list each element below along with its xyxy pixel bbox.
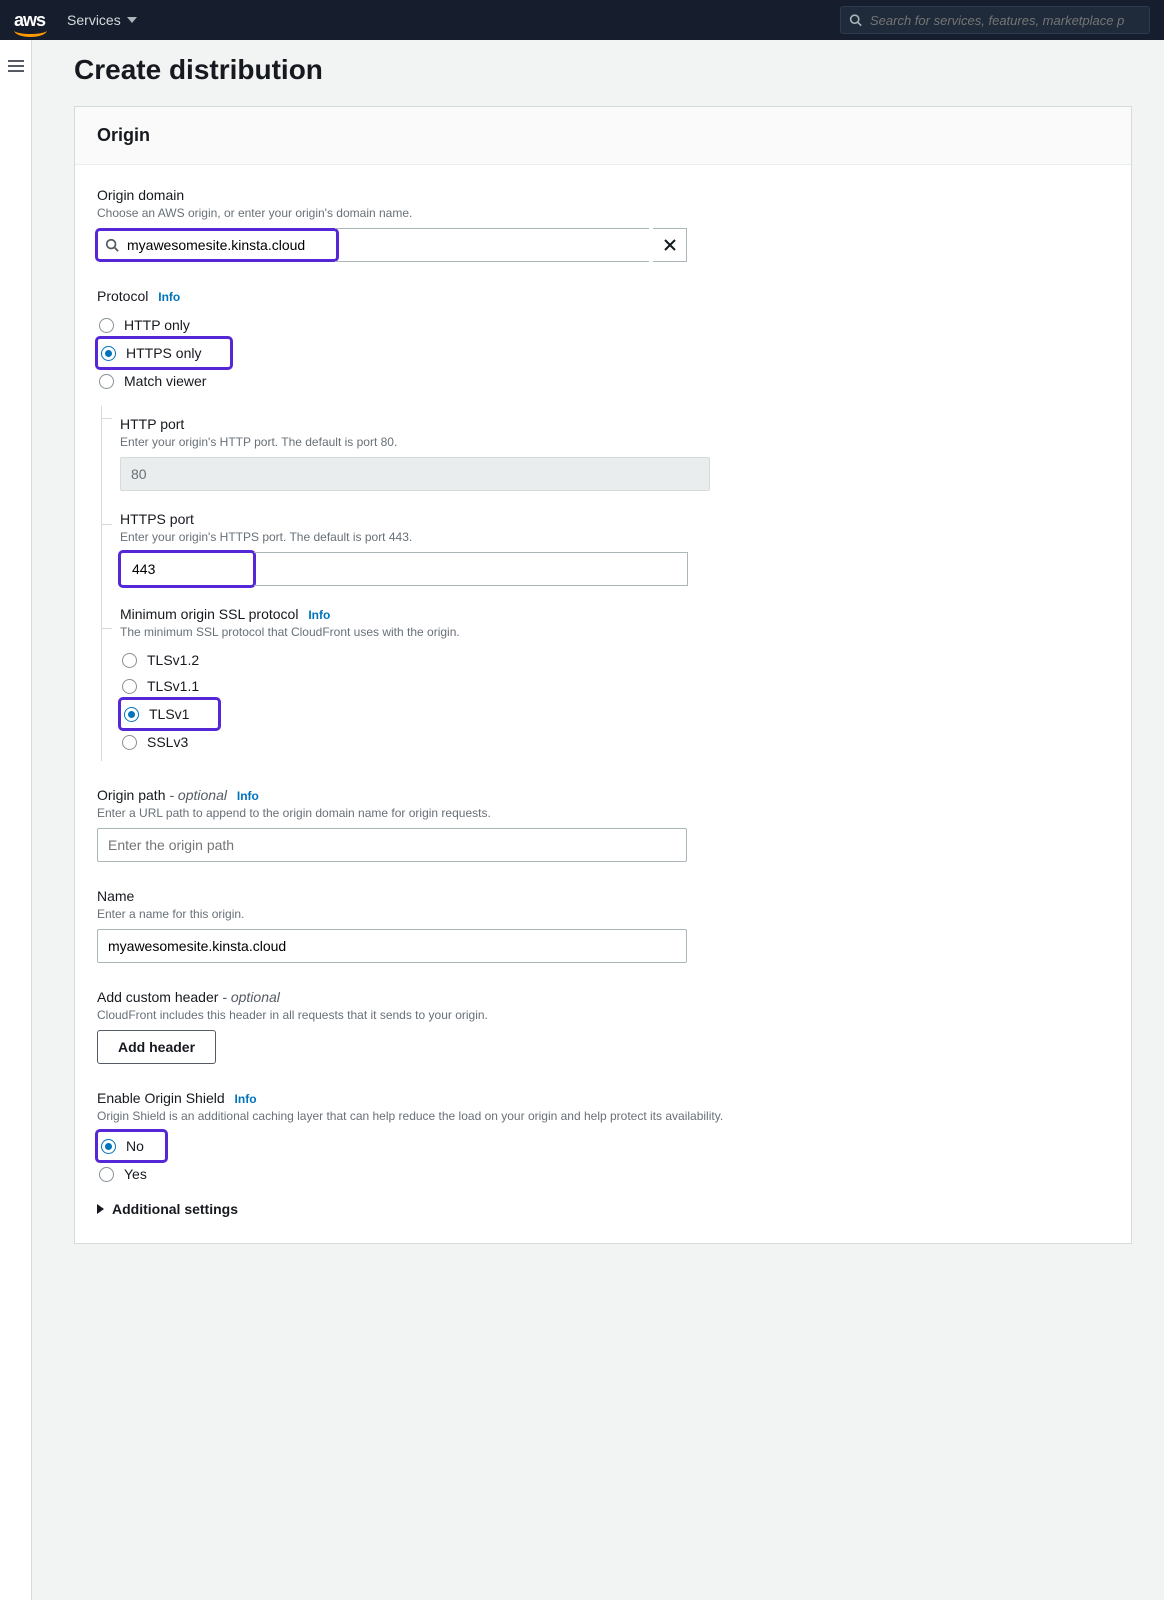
main-content: Create distribution Origin Origin domain… <box>32 40 1164 1600</box>
name-field: Name Enter a name for this origin. <box>97 888 1109 963</box>
radio-icon <box>99 1167 114 1182</box>
ssl-ssl3-radio[interactable]: SSLv3 <box>120 729 1109 755</box>
services-label: Services <box>67 12 121 28</box>
protocol-field: Protocol Info HTTP only HTTPS only <box>97 288 1109 761</box>
hamburger-icon <box>8 60 24 72</box>
radio-label: Match viewer <box>124 373 206 389</box>
ssl-tls1-radio[interactable]: TLSv1 <box>122 701 191 727</box>
page-title: Create distribution <box>74 54 1132 86</box>
services-menu[interactable]: Services <box>67 12 137 28</box>
ssl-protocol-field: Minimum origin SSL protocol Info The min… <box>120 606 1109 755</box>
radio-label: TLSv1.1 <box>147 678 199 694</box>
http-port-input <box>120 457 710 491</box>
close-icon <box>662 237 678 253</box>
ssl-protocol-info-link[interactable]: Info <box>308 608 330 622</box>
radio-icon <box>101 1139 116 1154</box>
radio-icon <box>122 679 137 694</box>
origin-domain-clear[interactable] <box>653 228 687 262</box>
http-port-hint: Enter your origin's HTTP port. The defau… <box>120 435 1109 449</box>
radio-icon <box>122 735 137 750</box>
additional-settings-label: Additional settings <box>112 1201 238 1217</box>
radio-icon <box>99 374 114 389</box>
panel-title: Origin <box>97 125 1109 146</box>
triangle-right-icon <box>97 1204 104 1214</box>
origin-path-label: Origin path <box>97 787 165 803</box>
https-port-label: HTTPS port <box>120 511 1109 527</box>
origin-shield-field: Enable Origin Shield Info Origin Shield … <box>97 1090 1109 1187</box>
radio-label: No <box>126 1138 144 1154</box>
add-header-button[interactable]: Add header <box>97 1030 216 1064</box>
http-port-label: HTTP port <box>120 416 1109 432</box>
origin-shield-label: Enable Origin Shield <box>97 1090 225 1106</box>
origin-shield-yes-radio[interactable]: Yes <box>97 1161 1109 1187</box>
origin-shield-info-link[interactable]: Info <box>235 1092 257 1106</box>
highlight <box>120 552 254 586</box>
aws-logo-text: aws <box>14 10 45 30</box>
search-icon <box>105 238 119 252</box>
name-input[interactable] <box>97 929 687 963</box>
origin-domain-label: Origin domain <box>97 187 1109 203</box>
origin-shield-no-radio[interactable]: No <box>99 1133 146 1159</box>
additional-settings-toggle[interactable]: Additional settings <box>97 1197 1109 1221</box>
highlight <box>97 230 337 260</box>
origin-path-input[interactable] <box>97 828 687 862</box>
protocol-info-link[interactable]: Info <box>158 290 180 304</box>
radio-icon <box>124 707 139 722</box>
radio-icon <box>101 346 116 361</box>
https-port-field: HTTPS port Enter your origin's HTTPS por… <box>120 511 1109 586</box>
nav-search[interactable] <box>840 6 1150 34</box>
origin-shield-hint: Origin Shield is an additional caching l… <box>97 1109 1109 1123</box>
search-icon <box>849 13 862 27</box>
radio-label: HTTP only <box>124 317 190 333</box>
http-port-field: HTTP port Enter your origin's HTTP port.… <box>120 416 1109 491</box>
sidebar-toggle[interactable] <box>0 40 32 1600</box>
https-port-hint: Enter your origin's HTTPS port. The defa… <box>120 530 1109 544</box>
protocol-sub-settings: HTTP port Enter your origin's HTTP port.… <box>101 406 1109 761</box>
origin-path-hint: Enter a URL path to append to the origin… <box>97 806 1109 820</box>
ssl-tls11-radio[interactable]: TLSv1.1 <box>120 673 1109 699</box>
radio-label: TLSv1.2 <box>147 652 199 668</box>
radio-icon <box>122 653 137 668</box>
origin-domain-hint: Choose an AWS origin, or enter your orig… <box>97 206 1109 220</box>
origin-panel: Origin Origin domain Choose an AWS origi… <box>74 106 1132 1244</box>
name-hint: Enter a name for this origin. <box>97 907 1109 921</box>
protocol-match-radio[interactable]: Match viewer <box>97 368 1109 394</box>
origin-domain-search[interactable] <box>97 230 337 260</box>
origin-domain-input[interactable] <box>127 237 329 253</box>
highlight: TLSv1 <box>120 699 219 729</box>
radio-label: HTTPS only <box>126 345 201 361</box>
protocol-https-radio[interactable]: HTTPS only <box>99 340 203 366</box>
radio-icon <box>99 318 114 333</box>
origin-path-field: Origin path - optional Info Enter a URL … <box>97 787 1109 862</box>
custom-header-field: Add custom header - optional CloudFront … <box>97 989 1109 1064</box>
ssl-protocol-label: Minimum origin SSL protocol <box>120 606 298 622</box>
top-nav: aws Services <box>0 0 1164 40</box>
highlight: HTTPS only <box>97 338 231 368</box>
protocol-label: Protocol <box>97 288 148 304</box>
https-port-input[interactable] <box>122 554 252 584</box>
radio-label: SSLv3 <box>147 734 188 750</box>
caret-down-icon <box>127 17 137 23</box>
ssl-protocol-hint: The minimum SSL protocol that CloudFront… <box>120 625 1109 639</box>
origin-path-info-link[interactable]: Info <box>237 789 259 803</box>
radio-label: Yes <box>124 1166 147 1182</box>
protocol-http-radio[interactable]: HTTP only <box>97 312 1109 338</box>
custom-header-label: Add custom header <box>97 989 218 1005</box>
custom-header-hint: CloudFront includes this header in all r… <box>97 1008 1109 1022</box>
highlight: No <box>97 1131 166 1161</box>
ssl-tls12-radio[interactable]: TLSv1.2 <box>120 647 1109 673</box>
optional-tag: - optional <box>222 989 280 1005</box>
radio-label: TLSv1 <box>149 706 189 722</box>
aws-swoosh-icon <box>14 29 47 37</box>
aws-logo[interactable]: aws <box>14 10 45 31</box>
nav-search-input[interactable] <box>870 13 1141 28</box>
optional-tag: - optional <box>169 787 227 803</box>
panel-header: Origin <box>75 107 1131 165</box>
origin-domain-field: Origin domain Choose an AWS origin, or e… <box>97 187 1109 262</box>
name-label: Name <box>97 888 1109 904</box>
